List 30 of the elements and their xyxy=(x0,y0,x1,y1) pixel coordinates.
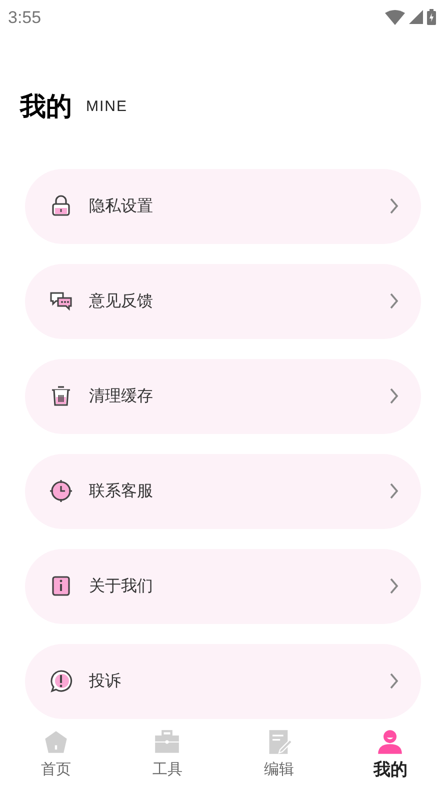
tab[interactable]: 首页 xyxy=(0,718,112,784)
trash-icon xyxy=(49,384,73,408)
battery-icon xyxy=(427,9,436,26)
alert-bubble-icon xyxy=(49,669,73,693)
menu-item[interactable]: 关于我们 xyxy=(25,548,421,624)
briefcase-icon xyxy=(154,728,180,754)
menu-item[interactable]: 联系客服 xyxy=(25,454,421,528)
house-icon xyxy=(42,728,69,754)
chevron-right-icon xyxy=(389,388,399,404)
page-subtitle: MINE xyxy=(86,96,128,117)
menu-item[interactable]: 清理缓存 xyxy=(25,358,421,434)
chevron-right-icon xyxy=(389,578,399,594)
menu-item[interactable]: 隐私设置 xyxy=(25,168,421,244)
status-time: 3:55 xyxy=(8,6,42,29)
tab[interactable]: 工具 xyxy=(112,718,223,784)
tab[interactable]: 编辑 xyxy=(223,718,334,784)
tab[interactable]: 我的 xyxy=(334,718,446,784)
signal-icon xyxy=(409,10,423,24)
page-title: 我的 xyxy=(20,90,72,124)
person-icon xyxy=(377,728,404,754)
chevron-right-icon xyxy=(389,198,399,214)
wifi-icon xyxy=(385,10,405,25)
info-icon xyxy=(49,574,73,598)
chevron-right-icon xyxy=(389,483,399,499)
lock-icon xyxy=(49,194,73,218)
clock-icon xyxy=(49,479,73,503)
menu-item[interactable]: 投诉 xyxy=(25,644,421,718)
chevron-right-icon xyxy=(389,293,399,309)
chevron-right-icon xyxy=(389,673,399,689)
menu-item[interactable]: 意见反馈 xyxy=(25,264,421,338)
